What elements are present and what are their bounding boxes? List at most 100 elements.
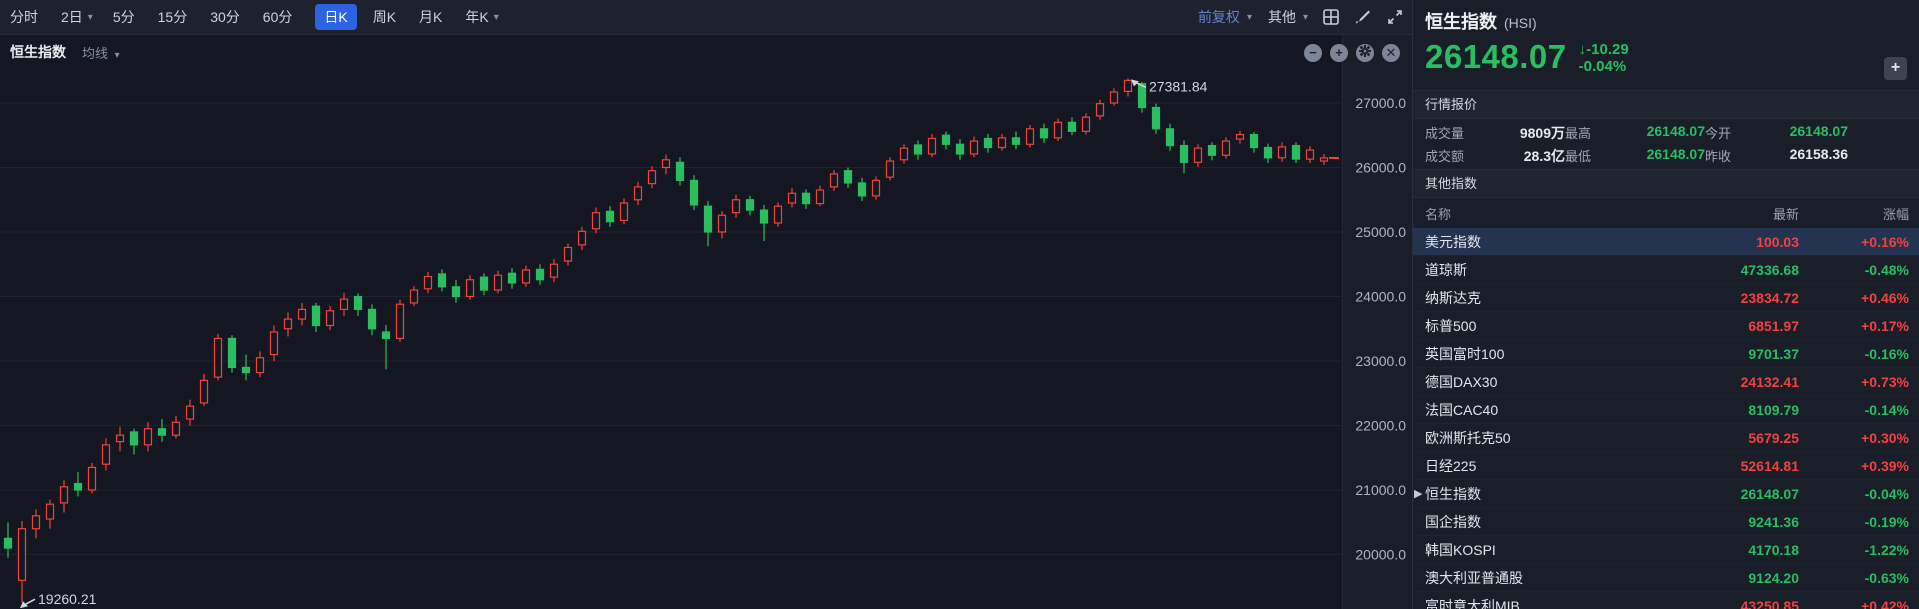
index-name-cell: 纳斯达克 [1425,288,1594,308]
table-row[interactable]: 标普5006851.97+0.17% [1413,312,1919,340]
svg-text:23000.0: 23000.0 [1355,353,1406,369]
indices-table-header: 名称 最新 涨幅 [1413,198,1919,228]
table-row[interactable]: 德国DAX3024132.41+0.73% [1413,368,1919,396]
tab-年K[interactable]: 年K [465,7,488,27]
index-name-cell: 日经225 [1425,456,1594,476]
table-row[interactable]: 韩国KOSPI4170.18-1.22% [1413,536,1919,564]
quote-header: 恒生指数 (HSI) 26148.07 ↓-10.29 -0.04% + [1413,0,1919,90]
index-name: 恒生指数 [1425,8,1497,34]
price-change-pct: -0.04% [1579,58,1629,75]
tab-2日[interactable]: 2日 [61,7,83,27]
quote-panel: ▶ 恒生指数 (HSI) 26148.07 ↓-10.29 -0.04% + 行… [1412,0,1919,609]
index-name-cell: 德国DAX30 [1425,372,1594,392]
price-change: -10.29 [1586,41,1629,58]
index-latest-cell: 5679.25 [1594,430,1799,446]
index-name-cell: 美元指数 [1425,232,1594,252]
quote-item: 最低26148.07 [1565,146,1705,165]
index-change-cell: -0.48% [1799,262,1909,278]
candlestick-chart[interactable]: 27000.026000.025000.024000.023000.022000… [0,35,1412,609]
tab-分时[interactable]: 分时 [10,7,38,27]
zoom-in-icon[interactable]: + [1330,44,1348,62]
index-change-cell: -0.14% [1799,402,1909,418]
index-name-cell: 恒生指数 [1425,484,1594,504]
panel-collapse-handle[interactable]: ▶ [1414,487,1422,500]
index-name-cell: 法国CAC40 [1425,400,1594,420]
gear-icon[interactable] [1356,44,1374,62]
index-name-cell: 英国富时100 [1425,344,1594,364]
index-change-cell: -0.16% [1799,346,1909,362]
trading-app: 分时 2日 ▾ 5分 15分 30分 60分 日K 周K 月K 年K ▾ 前复权 ▾ 其他 ▾ 270… [0,0,1919,609]
quote-value: 28.3亿 [1464,146,1565,166]
fullscreen-icon[interactable] [1386,8,1404,26]
table-row[interactable]: 恒生指数26148.07-0.04% [1413,480,1919,508]
table-row[interactable]: 美元指数100.03+0.16% [1413,228,1919,256]
tab-15分[interactable]: 15分 [158,7,188,27]
close-icon[interactable]: ✕ [1382,44,1400,62]
tab-30分[interactable]: 30分 [210,7,240,27]
draw-brush-icon[interactable] [1354,8,1372,26]
tab-5分[interactable]: 5分 [113,7,135,27]
index-code: (HSI) [1504,15,1537,31]
tab-60分[interactable]: 60分 [263,7,293,27]
toolbar-right: 前复权 ▾ 其他 ▾ [1198,7,1404,27]
table-row[interactable]: 法国CAC408109.79-0.14% [1413,396,1919,424]
index-change-cell: -0.04% [1799,486,1909,502]
quote-item: 最高26148.07 [1565,123,1705,142]
chart-symbol-label: 恒生指数 [10,42,66,62]
quote-grid: 成交量9809万最高26148.07今开26148.07成交额28.3亿最低26… [1413,119,1919,169]
svg-text:27000.0: 27000.0 [1355,95,1406,111]
quote-value: 26148.07 [1591,123,1705,142]
section-quote-title: 行情报价 [1413,90,1919,119]
svg-text:26000.0: 26000.0 [1355,160,1406,176]
index-latest-cell: 9701.37 [1594,346,1799,362]
table-row[interactable]: 英国富时1009701.37-0.16% [1413,340,1919,368]
index-change-cell: +0.42% [1799,598,1909,609]
index-change-cell: +0.39% [1799,458,1909,474]
quote-label: 最低 [1565,146,1591,165]
table-row[interactable]: 国企指数9241.36-0.19% [1413,508,1919,536]
index-name-cell: 澳大利亚普通股 [1425,568,1594,588]
table-row[interactable]: 纳斯达克23834.72+0.46% [1413,284,1919,312]
index-name-cell: 欧洲斯托克50 [1425,428,1594,448]
quote-item: 今开26148.07 [1705,123,1848,142]
table-row[interactable]: 澳大利亚普通股9124.20-0.63% [1413,564,1919,592]
quote-label: 成交额 [1425,146,1464,166]
zoom-out-icon[interactable]: − [1304,44,1322,62]
index-change-cell: +0.16% [1799,234,1909,250]
index-name-cell: 韩国KOSPI [1425,540,1594,560]
index-name-cell: 国企指数 [1425,512,1594,532]
index-change-cell: -0.19% [1799,514,1909,530]
quote-label: 成交量 [1425,123,1464,143]
index-change-cell: +0.17% [1799,318,1909,334]
index-latest-cell: 47336.68 [1594,262,1799,278]
layout-grid-icon[interactable] [1322,8,1340,26]
table-row[interactable]: 道琼斯47336.68-0.48% [1413,256,1919,284]
index-latest-cell: 26148.07 [1594,486,1799,502]
index-latest-cell: 9241.36 [1594,514,1799,530]
ma-overlay-dropdown[interactable]: 均线 ▾ [82,43,120,62]
chart-canvas[interactable]: 27000.026000.025000.024000.023000.022000… [0,35,1412,608]
svg-text:20000.0: 20000.0 [1355,547,1406,563]
table-row[interactable]: 欧洲斯托克505679.25+0.30% [1413,424,1919,452]
index-latest-cell: 43250.85 [1594,598,1799,609]
tab-日K[interactable]: 日K [315,4,356,30]
index-change-cell: -1.22% [1799,542,1909,558]
chevron-down-icon: ▾ [88,12,93,23]
index-latest-cell: 100.03 [1594,234,1799,250]
add-watchlist-button[interactable]: + [1884,57,1907,80]
tab-周K[interactable]: 周K [373,7,396,27]
index-name-cell: 富时意大利MIB [1425,596,1594,609]
last-price: 26148.07 [1425,39,1567,75]
table-row[interactable]: 日经22552614.81+0.39% [1413,452,1919,480]
chevron-down-icon: ▾ [494,12,499,23]
quote-value: 9809万 [1464,123,1565,143]
other-dropdown[interactable]: 其他 [1268,7,1296,27]
quote-value: 26148.07 [1591,146,1705,165]
table-row[interactable]: 富时意大利MIB43250.85+0.42% [1413,592,1919,609]
quote-item: 成交量9809万 [1425,123,1565,143]
adjust-type-dropdown[interactable]: 前复权 [1198,7,1240,27]
quote-value: 26148.07 [1731,123,1848,142]
tab-月K[interactable]: 月K [419,7,442,27]
chevron-down-icon: ▾ [1247,12,1252,23]
quote-label: 最高 [1565,123,1591,142]
